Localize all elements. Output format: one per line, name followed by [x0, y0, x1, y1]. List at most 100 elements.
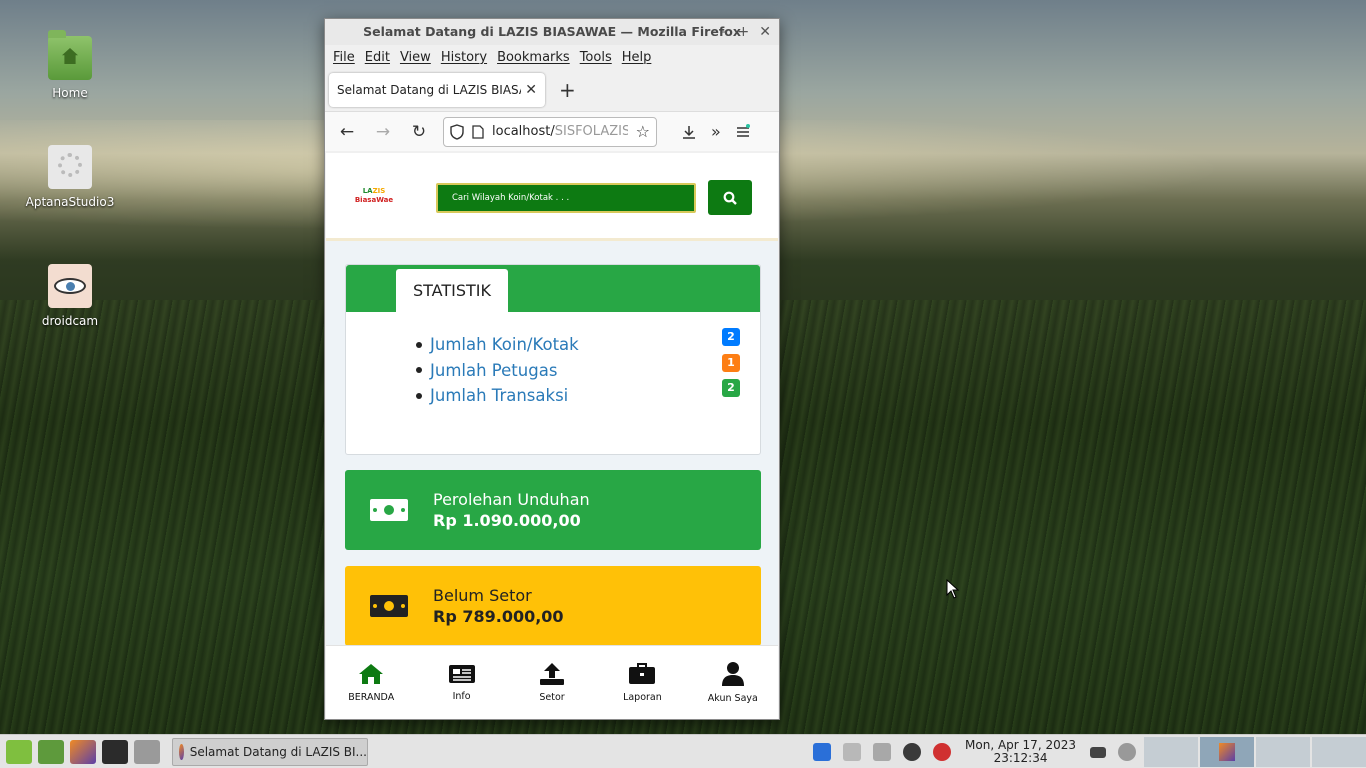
nav-akun-saya[interactable]: Akun Saya [688, 646, 778, 719]
url-host: localhost/ [492, 124, 555, 139]
pending-value: Rp 789.000,00 [433, 607, 564, 626]
forward-arrow-icon[interactable]: → [371, 122, 395, 142]
tab-statistik[interactable]: STATISTIK [396, 269, 508, 312]
home-icon [359, 664, 384, 684]
income-card: Perolehan Unduhan Rp 1.090.000,00 [345, 470, 761, 550]
url-path: SISFOLAZIS [554, 124, 628, 139]
download-icon[interactable] [681, 124, 697, 140]
system-tray: Mon, Apr 17, 2023 23:12:34 [807, 735, 1366, 768]
maximize-icon[interactable]: + [738, 19, 750, 45]
minimize-icon[interactable]: – [721, 19, 728, 45]
firefox-launcher-icon[interactable] [70, 739, 96, 764]
firefox-icon [179, 743, 184, 760]
update-shield-icon[interactable] [933, 743, 952, 761]
battery-icon[interactable] [1090, 746, 1106, 758]
mouse-cursor-icon [946, 579, 960, 599]
folder-home-icon [48, 30, 92, 80]
window-titlebar[interactable]: Selamat Datang di LAZIS BIASAWAE — Mozil… [325, 19, 779, 45]
bottom-navigation: BERANDA Info Setor Laporan Akun Saya [326, 645, 778, 719]
logo-text-accent: ZIS [372, 187, 386, 195]
desktop-icon-label: AptanaStudio3 [25, 195, 115, 209]
url-text: localhost/SISFOLAZIS [492, 124, 628, 139]
stat-link-petugas[interactable]: Jumlah Petugas [430, 361, 557, 380]
desktop-icon-label: Home [52, 86, 88, 100]
lazis-logo[interactable]: LAZIS BiasaWae [354, 187, 394, 205]
menu-file[interactable]: File [333, 50, 355, 65]
show-desktop-icon[interactable] [38, 739, 64, 764]
pending-card: Belum Setor Rp 789.000,00 [345, 566, 761, 646]
overflow-chevrons-icon[interactable]: » [711, 122, 721, 141]
desktop-icon-aptana[interactable]: AptanaStudio3 [20, 145, 120, 209]
menu-tools[interactable]: Tools [580, 50, 612, 65]
terminal-launcher-icon[interactable] [102, 739, 128, 764]
bullet [416, 367, 422, 374]
nav-label: Akun Saya [707, 693, 758, 704]
volume-icon[interactable] [873, 743, 892, 761]
statistics-header: STATISTIK [346, 265, 760, 312]
web-page: LAZIS BiasaWae Cari Wilayah Koin/Kotak .… [326, 153, 778, 719]
newspaper-icon [448, 665, 475, 683]
shield-icon[interactable] [450, 123, 464, 140]
workspace-2[interactable] [1200, 737, 1254, 767]
user-icon [721, 662, 744, 686]
workspace-4[interactable] [1312, 737, 1366, 767]
nav-setor[interactable]: Setor [507, 646, 597, 719]
nav-beranda[interactable]: BERANDA [326, 646, 416, 719]
nav-label: Setor [539, 692, 565, 703]
money-bill-icon [370, 595, 408, 617]
menu-history[interactable]: History [441, 50, 487, 65]
workspace-3[interactable] [1256, 737, 1310, 767]
tab-title: Selamat Datang di LAZIS BIASAWAE [337, 83, 521, 97]
reload-icon[interactable]: ↻ [407, 122, 431, 142]
income-value: Rp 1.090.000,00 [433, 511, 581, 530]
star-bookmark-icon[interactable]: ☆ [636, 122, 650, 141]
menu-view[interactable]: View [400, 50, 431, 65]
firefox-window: Selamat Datang di LAZIS BIASAWAE — Mozil… [324, 18, 780, 720]
nav-label: Laporan [623, 692, 662, 703]
logo-text-top: LA [362, 187, 373, 195]
bullet [416, 341, 422, 348]
network-signal-icon[interactable] [843, 743, 862, 761]
desktop-icon-label: droidcam [41, 314, 99, 328]
new-tab-icon[interactable]: + [559, 78, 576, 102]
menu-bar: File Edit View History Bookmarks Tools H… [325, 45, 779, 69]
hamburger-menu-icon[interactable] [735, 123, 751, 140]
stat-link-transaksi[interactable]: Jumlah Transaksi [430, 386, 568, 405]
count-badge: 2 [722, 379, 740, 397]
clock[interactable]: Mon, Apr 17, 2023 23:12:34 [965, 739, 1076, 765]
notification-icon[interactable] [1118, 743, 1136, 761]
clock-time: 23:12:34 [993, 751, 1048, 765]
desktop-icon-droidcam[interactable]: droidcam [20, 264, 120, 328]
url-bar[interactable]: localhost/SISFOLAZIS ☆ [443, 116, 657, 147]
search-input[interactable]: Cari Wilayah Koin/Kotak . . . [436, 183, 696, 213]
workspace-1[interactable] [1144, 737, 1198, 767]
money-bill-icon [370, 499, 408, 521]
mint-menu-icon[interactable] [6, 739, 32, 764]
list-item: Jumlah Transaksi 2 [416, 379, 760, 409]
taskbar-window-firefox[interactable]: Selamat Datang di LAZIS BI... [172, 737, 368, 766]
aptana-app-icon [48, 145, 92, 189]
tab-close-icon[interactable]: ✕ [525, 82, 537, 98]
search-button[interactable] [708, 180, 752, 215]
menu-help[interactable]: Help [622, 50, 652, 65]
bluetooth-icon[interactable] [813, 743, 832, 761]
files-launcher-icon[interactable] [134, 739, 160, 764]
browser-tab-active[interactable]: Selamat Datang di LAZIS BIASAWAE ✕ [329, 73, 545, 107]
briefcase-icon [629, 663, 656, 684]
page-icon [472, 124, 484, 139]
menu-bookmarks[interactable]: Bookmarks [497, 50, 570, 65]
desktop-icon-home[interactable]: Home [20, 30, 120, 100]
droidcam-eye-icon [48, 264, 92, 308]
nav-laporan[interactable]: Laporan [597, 646, 687, 719]
firefox-icon [1219, 743, 1235, 761]
list-item: Jumlah Petugas 1 [416, 353, 760, 384]
back-arrow-icon[interactable]: ← [335, 122, 359, 142]
nav-info[interactable]: Info [416, 646, 506, 719]
bluetooth-status-icon[interactable] [903, 743, 922, 761]
close-window-icon[interactable]: ✕ [759, 19, 771, 45]
stat-link-koin[interactable]: Jumlah Koin/Kotak [430, 335, 579, 354]
site-header: LAZIS BiasaWae Cari Wilayah Koin/Kotak .… [326, 153, 778, 241]
income-label: Perolehan Unduhan [433, 490, 590, 509]
menu-edit[interactable]: Edit [365, 50, 390, 65]
bullet [416, 392, 422, 399]
